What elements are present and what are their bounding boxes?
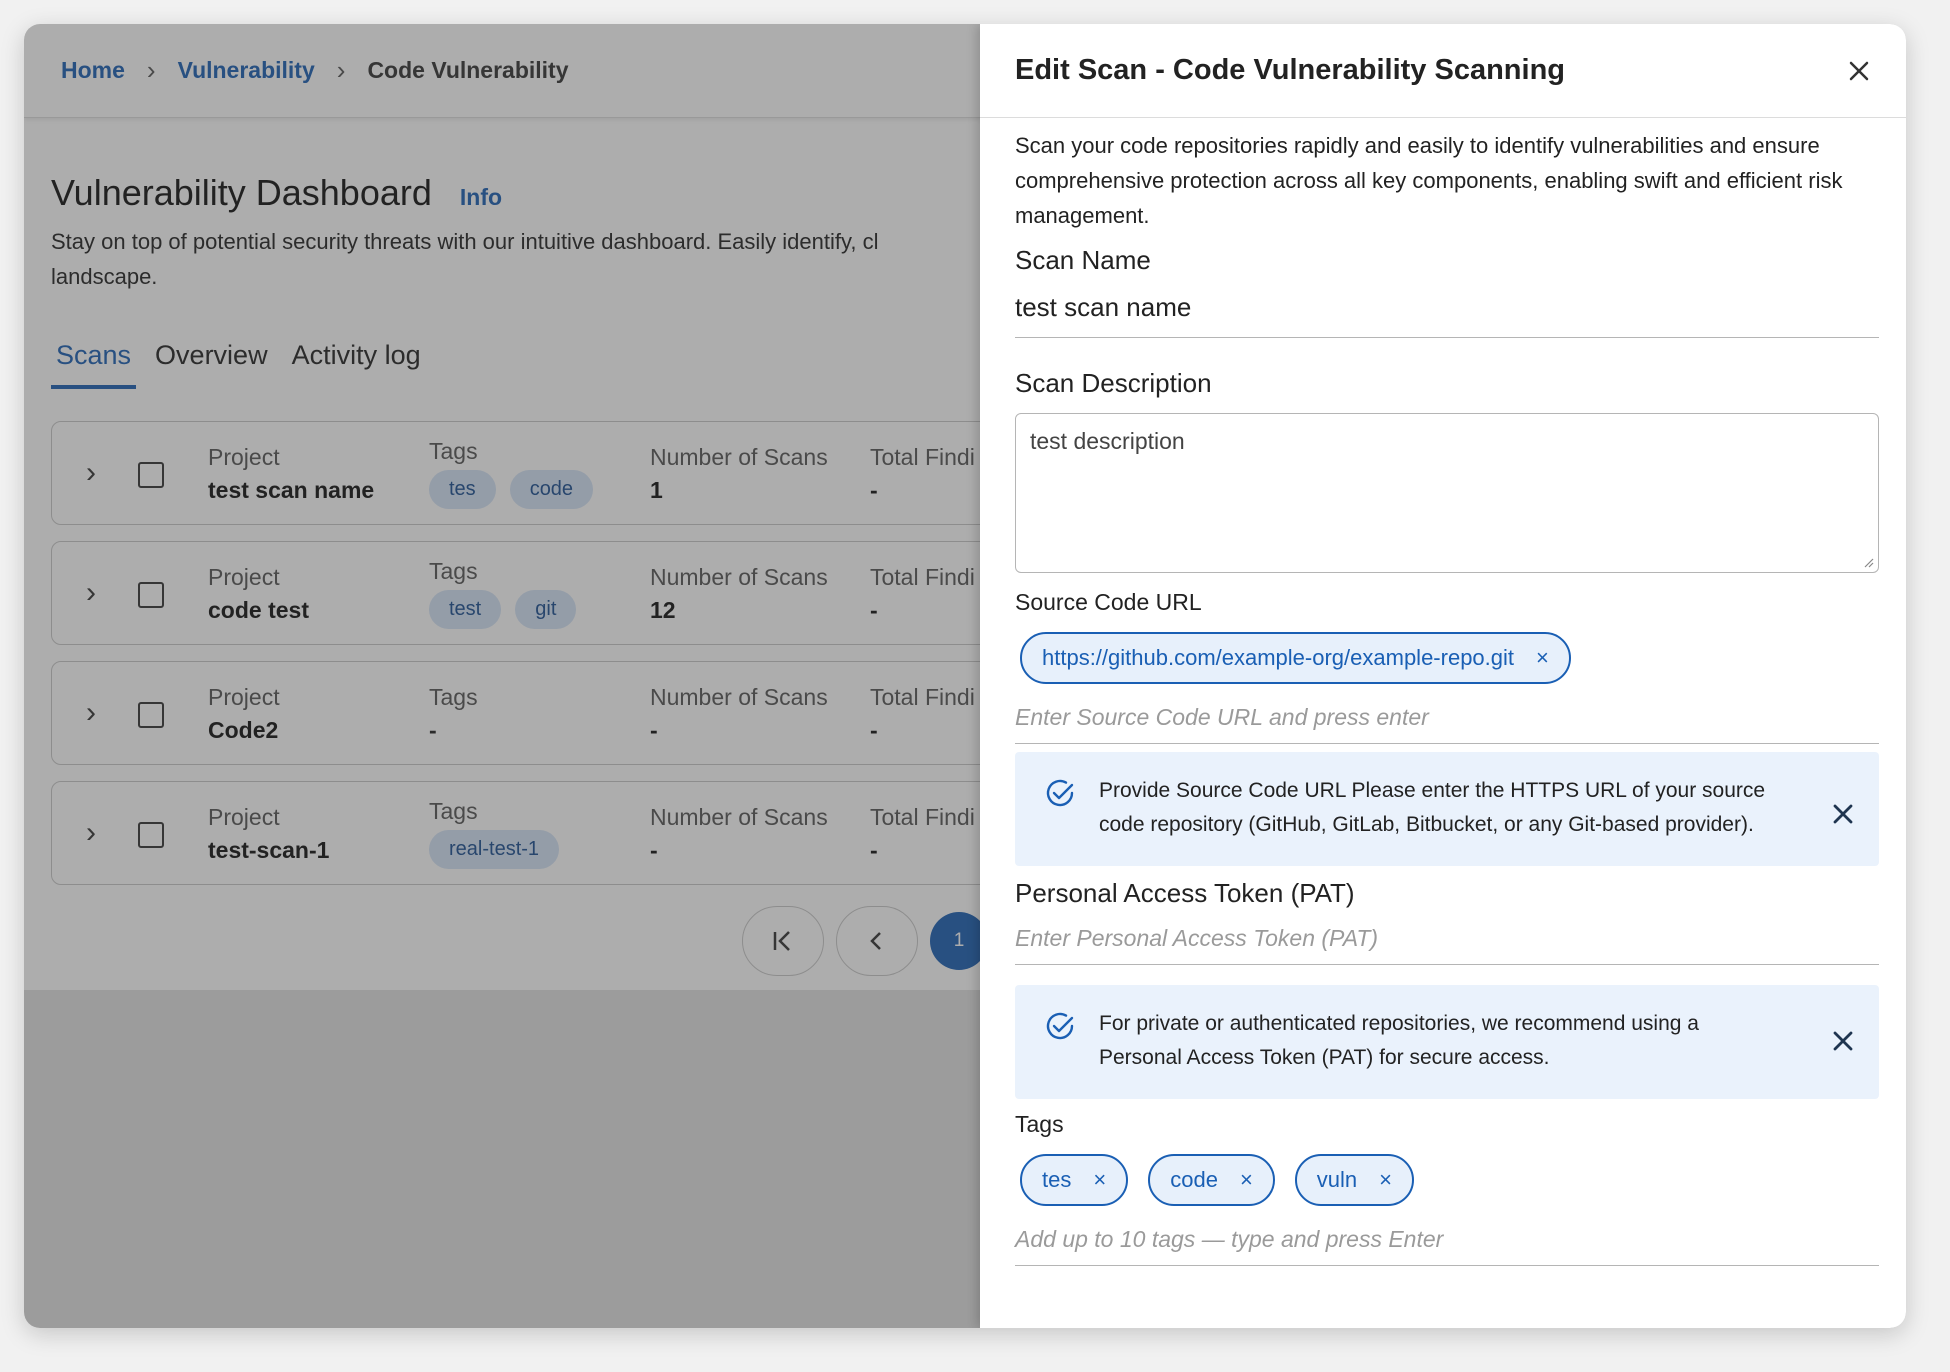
tag-chip: tes × [1020, 1154, 1129, 1206]
remove-chip-icon[interactable]: × [1093, 1167, 1106, 1193]
scan-description-textarea[interactable]: test description [1015, 413, 1879, 573]
remove-chip-icon[interactable]: × [1536, 645, 1549, 671]
close-icon[interactable] [1842, 54, 1876, 88]
check-circle-icon [1046, 1012, 1074, 1040]
scan-description-label: Scan Description [1015, 368, 1212, 398]
pat-input[interactable]: Enter Personal Access Token (PAT) [1015, 925, 1879, 965]
source-url-chip: https://github.com/example-org/example-r… [1020, 632, 1571, 684]
source-url-label: Source Code URL [1015, 589, 1202, 615]
tags-label: Tags [1015, 1111, 1064, 1137]
remove-chip-icon[interactable]: × [1240, 1167, 1253, 1193]
drawer-title: Edit Scan - Code Vulnerability Scanning [1015, 54, 1566, 86]
tag-chip: code × [1148, 1154, 1275, 1206]
tag-chip: vuln × [1294, 1154, 1415, 1206]
close-icon[interactable] [1829, 800, 1857, 828]
tags-input[interactable]: Add up to 10 tags — type and press Enter [1015, 1226, 1879, 1266]
source-url-input[interactable]: Enter Source Code URL and press enter [1015, 704, 1879, 744]
app-window: Home › Vulnerability › Code Vulnerabilit… [24, 24, 1906, 1328]
drawer-description: Scan your code repositories rapidly and … [1015, 133, 1843, 228]
source-url-info-alert: Provide Source Code URL Please enter the… [1015, 752, 1879, 866]
scan-name-label: Scan Name [1015, 245, 1151, 275]
tag-chip-label: tes [1042, 1167, 1072, 1192]
source-url-alert-text: Provide Source Code URL Please enter the… [1099, 779, 1766, 836]
drawer-body: Scan your code repositories rapidly and … [1015, 128, 1879, 1266]
source-url-chip-label: https://github.com/example-org/example-r… [1042, 645, 1515, 670]
scan-description-value: test description [1030, 428, 1185, 454]
tag-chip-label: code [1170, 1167, 1218, 1192]
edit-scan-drawer: Edit Scan - Code Vulnerability Scanning … [980, 24, 1906, 1328]
check-circle-icon [1046, 779, 1074, 807]
drawer-header: Edit Scan - Code Vulnerability Scanning [980, 24, 1906, 118]
pat-alert-text: For private or authenticated repositorie… [1099, 1012, 1699, 1069]
remove-chip-icon[interactable]: × [1379, 1167, 1392, 1193]
source-url-chips: https://github.com/example-org/example-r… [1015, 632, 1879, 684]
tag-chips: tes × code × vuln × [1015, 1154, 1879, 1206]
tag-chip-label: vuln [1316, 1167, 1358, 1192]
scan-name-input[interactable]: test scan name [1015, 292, 1879, 338]
pat-label: Personal Access Token (PAT) [1015, 878, 1355, 908]
resize-grip-icon[interactable] [1862, 556, 1874, 568]
close-icon[interactable] [1829, 1027, 1857, 1055]
pat-info-alert: For private or authenticated repositorie… [1015, 985, 1879, 1099]
